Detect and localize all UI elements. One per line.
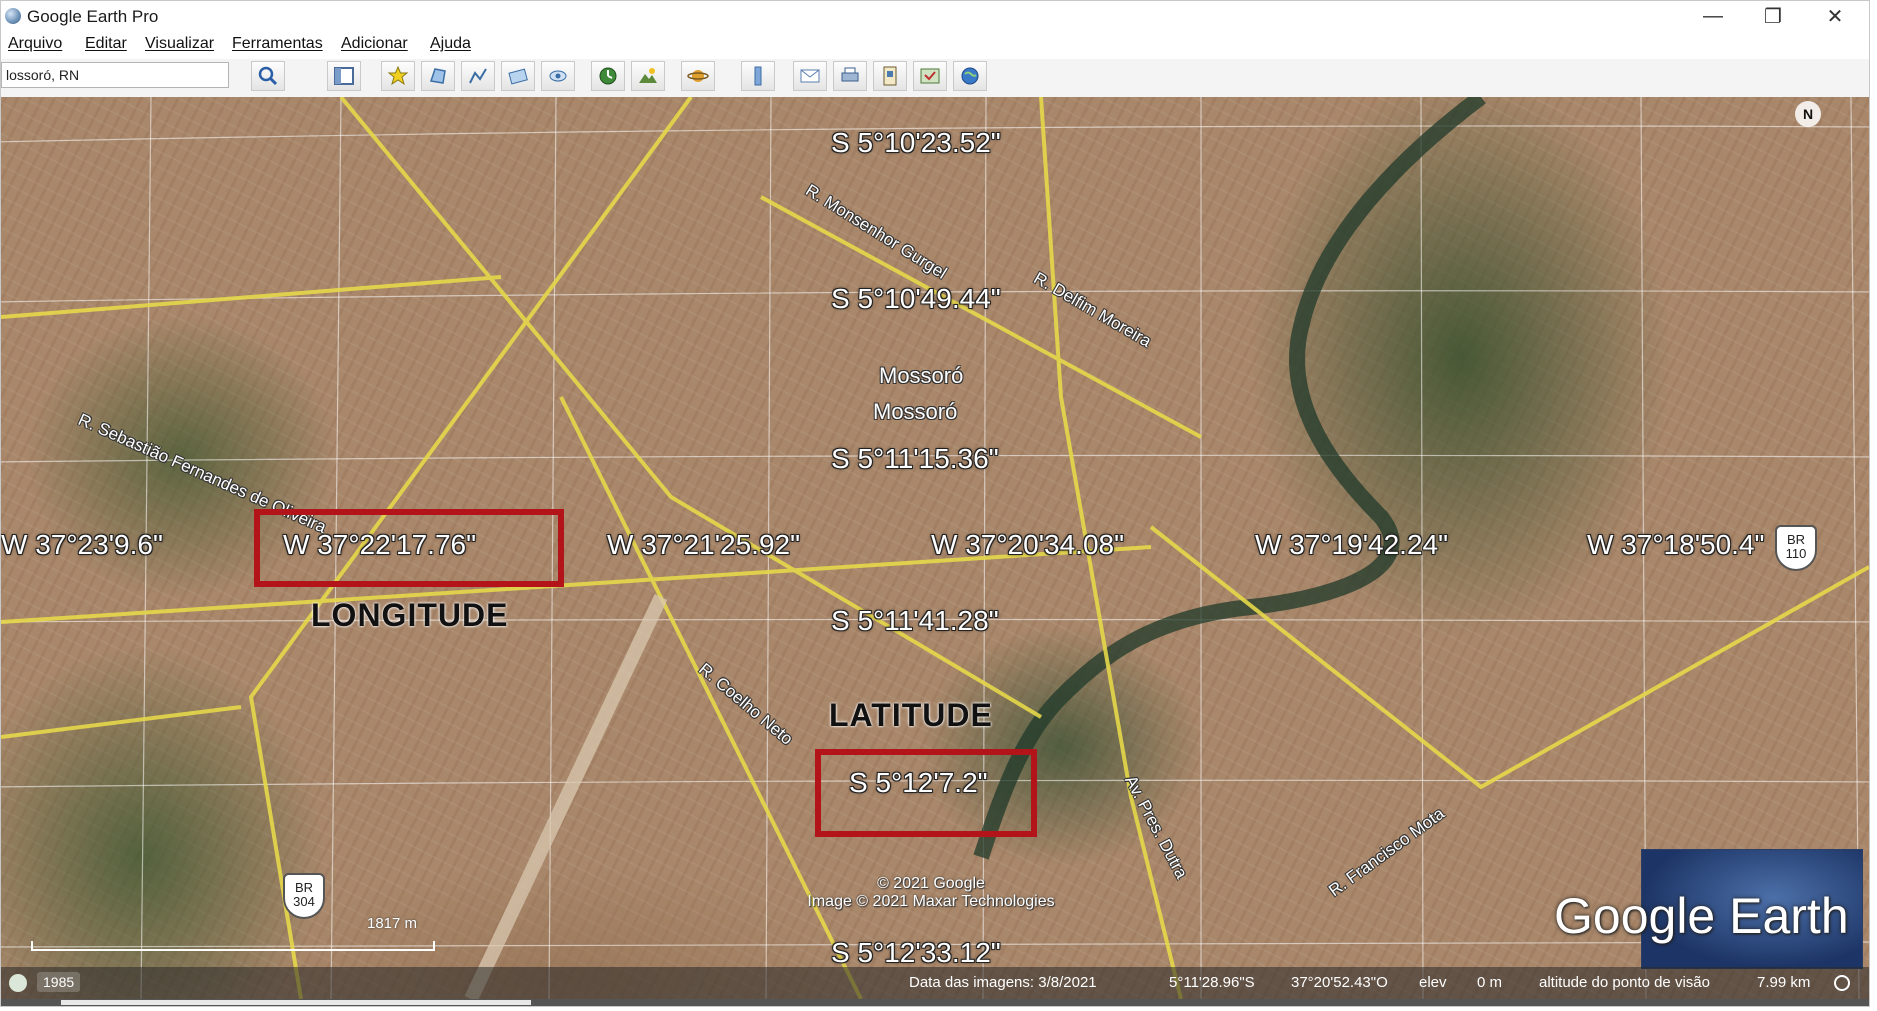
latitude-label-4: S 5°11'41.28" — [831, 605, 999, 636]
imagery-date: Data das imagens: 3/8/2021 — [909, 974, 1097, 991]
title-bar[interactable]: Google Earth Pro — ❐ ✕ — [1, 1, 1869, 31]
imagery-year[interactable]: 1985 — [37, 972, 81, 992]
switch-planets-button[interactable] — [681, 61, 715, 91]
latitude-annotation: LATITUDE — [829, 697, 993, 733]
airport-runway — [464, 594, 668, 999]
print-button[interactable] — [833, 61, 867, 91]
historical-clock-icon[interactable] — [9, 974, 27, 992]
longitude-label-1: W 37°23'9.6" — [1, 529, 163, 560]
highway-shield-br110: BR 110 — [1775, 525, 1817, 571]
menu-arquivo[interactable]: Arquivo — [8, 35, 62, 53]
placemark-icon — [387, 65, 409, 86]
status-bar: 1985 Data das imagens: 3/8/2021 5°11'28.… — [1, 967, 1869, 999]
add-polygon-button[interactable] — [421, 61, 455, 91]
latitude-label-3: S 5°11'15.36" — [831, 443, 999, 474]
restore-button[interactable]: ❐ — [1745, 1, 1801, 31]
historical-imagery-button[interactable] — [591, 61, 625, 91]
ruler-button[interactable] — [741, 61, 775, 91]
add-image-overlay-button[interactable] — [501, 61, 535, 91]
longitude-highlight-box — [254, 509, 564, 587]
minimize-button[interactable]: — — [1685, 1, 1741, 31]
menu-editar[interactable]: Editar — [85, 35, 127, 53]
longitude-label-5: W 37°19'42.24" — [1255, 529, 1449, 560]
add-placemark-button[interactable] — [381, 61, 415, 91]
path-icon — [469, 68, 487, 84]
historical-imagery-icon — [599, 67, 617, 85]
longitude-label-4: W 37°20'34.08" — [931, 529, 1125, 560]
scale-bar — [31, 941, 435, 951]
maps-icon — [920, 68, 940, 84]
earth-gallery-button[interactable] — [953, 61, 987, 91]
view-in-maps-button[interactable] — [913, 61, 947, 91]
planets-icon — [687, 70, 709, 82]
sidebar-icon — [334, 67, 354, 85]
longitude-annotation: LONGITUDE — [311, 597, 509, 633]
map-view[interactable]: S 5°10'23.52" S 5°10'49.44" S 5°11'15.36… — [1, 97, 1869, 999]
image-overlay-icon — [508, 68, 528, 85]
save-image-button[interactable] — [873, 61, 907, 91]
scale-label: 1817 m — [367, 915, 418, 932]
latitude-label-1: S 5°10'23.52" — [831, 127, 1001, 158]
sunlight-button[interactable] — [631, 61, 665, 91]
elevation-label: elev — [1419, 974, 1447, 991]
city-label[interactable]: Mossoró — [879, 363, 963, 389]
email-button[interactable] — [793, 61, 827, 91]
menu-adicionar[interactable]: Adicionar — [341, 35, 408, 53]
earth-icon — [961, 67, 979, 85]
north-indicator[interactable]: N — [1795, 101, 1821, 127]
toolbar — [1, 59, 1869, 98]
google-earth-logo: Google Earth — [1554, 888, 1849, 944]
latitude-label-6: S 5°12'33.12" — [831, 937, 1001, 968]
latitude-highlight-box — [815, 749, 1037, 837]
cursor-longitude: 37°20'52.43"O — [1291, 974, 1388, 991]
sidebar-toggle-button[interactable] — [327, 61, 361, 91]
google-earth-app-icon — [5, 8, 21, 24]
city-label-secondary[interactable]: Mossoró — [873, 399, 957, 425]
longitude-label-6: W 37°18'50.4" — [1587, 529, 1765, 560]
copyright-text: © 2021 Google Image © 2021 Maxar Technol… — [807, 875, 1055, 910]
record-tour-button[interactable] — [541, 61, 575, 91]
horizontal-scrollbar[interactable] — [1, 999, 1869, 1006]
tour-icon — [549, 70, 567, 82]
polygon-icon — [430, 68, 446, 84]
scrollbar-thumb[interactable] — [61, 1000, 531, 1005]
ruler-icon — [754, 66, 762, 86]
eye-altitude-value: 7.99 km — [1757, 974, 1811, 991]
sunlight-icon — [639, 68, 657, 83]
search-button[interactable] — [251, 61, 285, 91]
longitude-label-3: W 37°21'25.92" — [607, 529, 801, 560]
cursor-latitude: 5°11'28.96"S — [1169, 974, 1255, 991]
save-image-icon — [883, 66, 897, 86]
window-title: Google Earth Pro — [27, 7, 159, 26]
highway-shield-br304: BR 304 — [283, 873, 325, 919]
menu-visualizar[interactable]: Visualizar — [145, 35, 214, 53]
search-icon — [258, 66, 278, 86]
elevation-value: 0 m — [1477, 974, 1503, 991]
search-input[interactable] — [1, 62, 229, 88]
close-button[interactable]: ✕ — [1807, 1, 1863, 31]
streaming-icon — [1834, 975, 1850, 991]
menu-bar: Arquivo Editar Visualizar Ferramentas Ad… — [1, 31, 1869, 59]
river — [973, 97, 1486, 860]
latitude-label-2: S 5°10'49.44" — [831, 283, 1001, 314]
menu-ferramentas[interactable]: Ferramentas — [232, 35, 323, 53]
eye-altitude-label: altitude do ponto de visão — [1539, 974, 1710, 991]
add-path-button[interactable] — [461, 61, 495, 91]
print-icon — [841, 67, 859, 82]
google-earth-window: Google Earth Pro — ❐ ✕ Arquivo Editar Vi… — [0, 0, 1870, 1007]
email-icon — [800, 69, 820, 83]
menu-ajuda[interactable]: Ajuda — [430, 35, 471, 53]
